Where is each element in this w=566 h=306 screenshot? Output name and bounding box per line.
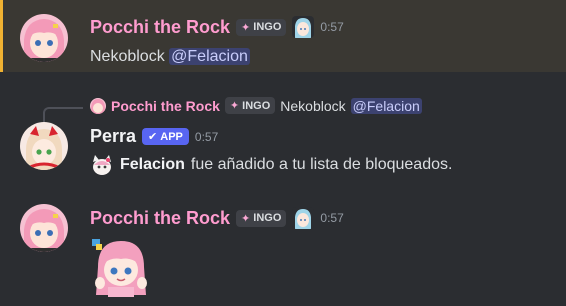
app-badge-label: APP bbox=[160, 130, 183, 143]
clan-icon: ✦ bbox=[241, 212, 251, 225]
clan-icon: ✦ bbox=[241, 21, 251, 34]
reply-text: Nekoblock bbox=[280, 97, 346, 114]
clan-icon: ✦ bbox=[229, 100, 240, 112]
clan-tag-label: INGO bbox=[253, 21, 282, 33]
avatar[interactable] bbox=[20, 204, 68, 252]
message-text: Nekoblock bbox=[90, 48, 165, 65]
role-icon[interactable] bbox=[292, 207, 315, 229]
clan-tag[interactable]: ✦ INGO bbox=[236, 18, 287, 36]
reply-username[interactable]: Pocchi the Rock bbox=[111, 98, 220, 114]
bot-avatar[interactable] bbox=[20, 122, 68, 170]
blocked-user-name: Felacion bbox=[120, 156, 185, 173]
timestamp[interactable]: 0:57 bbox=[320, 20, 343, 34]
verified-check-icon: ✔ bbox=[148, 131, 158, 143]
username[interactable]: Perra bbox=[90, 126, 136, 147]
sticker-image[interactable] bbox=[90, 237, 152, 299]
message-header: Pocchi the Rock ✦ INGO 0:57 bbox=[90, 16, 344, 38]
username[interactable]: Pocchi the Rock bbox=[90, 208, 230, 229]
mention-highlight-bar bbox=[0, 0, 3, 72]
message-content: Nekoblock @Felacion bbox=[90, 48, 250, 66]
message-content: Felacion fue añadido a tu lista de bloqu… bbox=[90, 153, 452, 177]
user-mention[interactable]: @Felacion bbox=[169, 48, 250, 65]
reply-preview[interactable]: Pocchi the Rock ✦ INGO Nekoblock @Felaci… bbox=[90, 97, 422, 114]
reply-clan-tag-label: INGO bbox=[242, 99, 271, 112]
message-header: Pocchi the Rock ✦ INGO 0:57 bbox=[90, 207, 344, 229]
message-header: Perra ✔ APP 0:57 bbox=[90, 126, 218, 147]
username[interactable]: Pocchi the Rock bbox=[90, 17, 230, 38]
avatar[interactable] bbox=[20, 14, 68, 62]
app-badge: ✔ APP bbox=[142, 128, 189, 145]
reply-connector bbox=[43, 107, 83, 123]
clan-tag[interactable]: ✦ INGO bbox=[236, 209, 287, 227]
timestamp[interactable]: 0:57 bbox=[320, 211, 343, 225]
role-icon[interactable] bbox=[292, 16, 315, 38]
reply-mention[interactable]: @Felacion bbox=[350, 97, 422, 114]
message-text: fue añadido a tu lista de bloqueados. bbox=[190, 156, 453, 173]
clan-tag-label: INGO bbox=[253, 212, 282, 224]
reply-clan-tag[interactable]: ✦ INGO bbox=[224, 97, 276, 114]
timestamp[interactable]: 0:57 bbox=[195, 130, 218, 144]
custom-emoji-icon[interactable] bbox=[90, 153, 114, 177]
reply-avatar[interactable] bbox=[90, 97, 106, 114]
